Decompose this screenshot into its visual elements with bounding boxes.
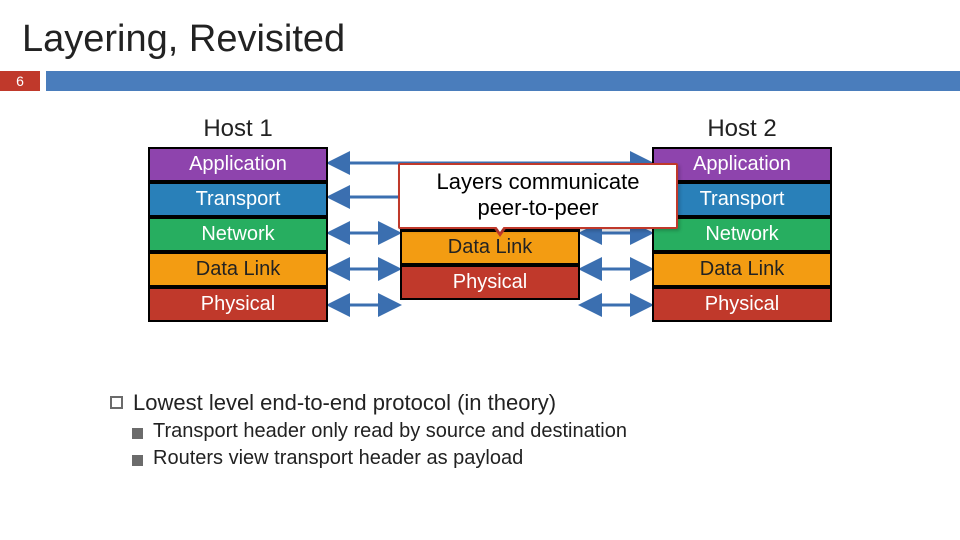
host1-title: Host 1 xyxy=(148,115,328,143)
bullet-main: Lowest level end-to-end protocol (in the… xyxy=(110,390,900,416)
host1-network-layer: Network xyxy=(148,217,328,252)
host2-title: Host 2 xyxy=(652,115,832,143)
bullet-sub2: Routers view transport header as payload xyxy=(110,447,900,470)
slide-title: Layering, Revisited xyxy=(0,0,960,65)
host1-transport-layer: Transport xyxy=(148,182,328,217)
host2-transport-layer: Transport xyxy=(652,182,832,217)
host2-network-layer: Network xyxy=(652,217,832,252)
bullet-fill-icon xyxy=(132,428,143,439)
bullet-main-text: Lowest level end-to-end protocol (in the… xyxy=(133,390,556,416)
bullet-fill-icon xyxy=(132,455,143,466)
notes-block: Lowest level end-to-end protocol (in the… xyxy=(110,390,900,470)
callout-line1: Layers communicate xyxy=(406,169,670,195)
host2-datalink-layer: Data Link xyxy=(652,252,832,287)
bullet-open-icon xyxy=(110,396,123,409)
callout-tail-fill xyxy=(493,222,507,232)
host2-application-layer: Application xyxy=(652,147,832,182)
host2-physical-layer: Physical xyxy=(652,287,832,322)
bullet-sub2-text: Routers view transport header as payload xyxy=(153,447,523,470)
bullet-sub1-text: Transport header only read by source and… xyxy=(153,420,627,443)
bullet-sub1: Transport header only read by source and… xyxy=(110,420,900,443)
router-physical-layer: Physical xyxy=(400,265,580,300)
host1-column: Host 1 Application Transport Network Dat… xyxy=(148,115,328,322)
callout-box: Layers communicate peer-to-peer xyxy=(398,163,678,229)
host2-column: Host 2 Application Transport Network Dat… xyxy=(652,115,832,322)
callout-line2: peer-to-peer xyxy=(406,195,670,221)
host1-datalink-layer: Data Link xyxy=(148,252,328,287)
host1-physical-layer: Physical xyxy=(148,287,328,322)
layer-diagram: Host 1 Application Transport Network Dat… xyxy=(0,85,960,380)
host1-application-layer: Application xyxy=(148,147,328,182)
